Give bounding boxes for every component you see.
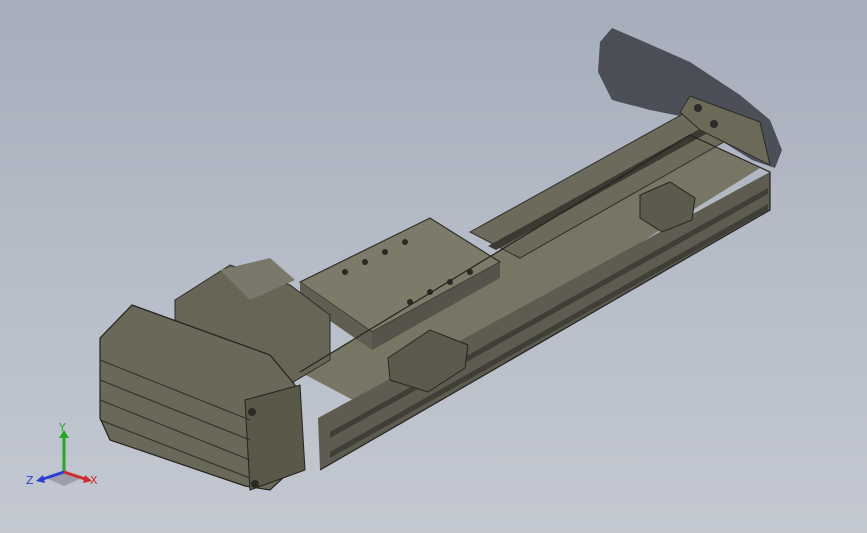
triad-z-label: Z xyxy=(26,474,34,487)
motor-screw xyxy=(248,408,256,416)
graphics-viewport[interactable]: Y Z X xyxy=(0,0,867,533)
motor-screw xyxy=(251,480,259,488)
linear-actuator-model[interactable] xyxy=(0,0,867,533)
coordinate-triad: Y Z X xyxy=(26,420,102,492)
motor-end-cap xyxy=(244,384,306,491)
end-block-hole xyxy=(694,104,702,112)
end-block-hole xyxy=(710,120,718,128)
triad-x-label: X xyxy=(90,474,98,487)
triad-y-label: Y xyxy=(59,421,66,434)
